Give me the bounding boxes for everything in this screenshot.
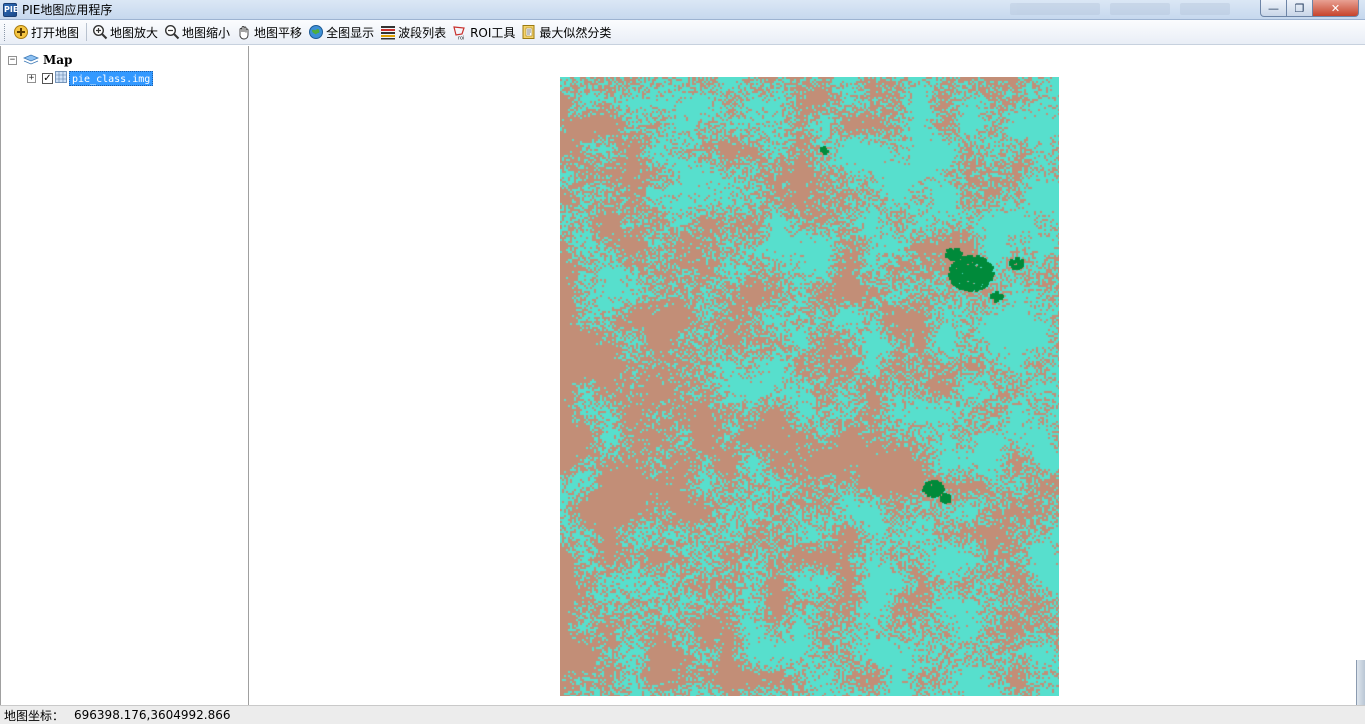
maximize-button[interactable]: ❐ <box>1287 0 1313 17</box>
full-extent-label: 全图显示 <box>326 25 375 40</box>
band-list-button[interactable]: 波段列表 <box>378 22 448 43</box>
zoom-in-label: 地图放大 <box>110 25 159 40</box>
status-bar: 地图坐标： 696398.176,3604992.866 <box>0 705 1365 724</box>
title-bar-background <box>1010 3 1240 17</box>
map-edge-scrollbar[interactable] <box>1356 660 1365 705</box>
layer-name-label[interactable]: pie_class.img <box>69 70 154 86</box>
close-button[interactable]: ✕ <box>1313 0 1359 17</box>
coordinate-label: 地图坐标： <box>4 708 65 723</box>
pan-button[interactable]: 地图平移 <box>234 22 304 43</box>
map-view[interactable] <box>250 46 1365 705</box>
zoom-out-icon <box>164 24 180 40</box>
zoom-in-button[interactable]: 地图放大 <box>90 22 160 43</box>
tree-node-layer[interactable]: + ✓ pie_class.img <box>27 70 154 86</box>
band-list-icon <box>380 24 396 40</box>
svg-text:roi: roi <box>458 36 464 41</box>
window-title: PIE地图应用程序 <box>22 3 113 17</box>
roi-icon: roi <box>452 24 468 42</box>
globe-icon <box>308 24 324 40</box>
pan-hand-icon <box>236 24 252 40</box>
zoom-in-icon <box>92 24 108 40</box>
zoom-out-button[interactable]: 地图缩小 <box>162 22 232 43</box>
toolbar-grip[interactable] <box>4 23 7 41</box>
title-bar: PIE PIE地图应用程序 — ❐ ✕ <box>0 0 1365 20</box>
toolbar-separator <box>86 23 88 41</box>
roi-tool-button[interactable]: roi ROI工具 <box>450 22 517 43</box>
roi-tool-label: ROI工具 <box>470 25 516 40</box>
main-toolbar: 打开地图 地图放大 地图缩小 地图平移 全图显示 波段列表 roi ROI工具 … <box>0 20 1365 45</box>
window-controls: — ❐ ✕ <box>1260 0 1359 17</box>
minimize-button[interactable]: — <box>1260 0 1287 17</box>
coordinate-value: 696398.176,3604992.866 <box>74 708 231 722</box>
classify-icon <box>521 24 537 40</box>
max-likelihood-button[interactable]: 最大似然分类 <box>519 22 613 43</box>
classified-raster-image[interactable] <box>560 77 1059 696</box>
pan-label: 地图平移 <box>254 25 303 40</box>
open-map-icon <box>13 24 29 40</box>
map-layers-icon <box>22 52 40 69</box>
app-icon: PIE <box>3 2 18 17</box>
layer-tree-panel: − Map + ✓ pie_class.img <box>0 46 249 705</box>
tree-node-map[interactable]: − Map <box>8 52 72 68</box>
full-extent-button[interactable]: 全图显示 <box>306 22 376 43</box>
layer-visibility-checkbox[interactable]: ✓ <box>42 72 53 84</box>
expand-icon[interactable]: + <box>27 73 36 83</box>
map-root-label: Map <box>43 53 73 67</box>
zoom-out-label: 地图缩小 <box>182 25 231 40</box>
collapse-icon[interactable]: − <box>8 55 17 65</box>
open-map-label: 打开地图 <box>31 25 80 40</box>
band-list-label: 波段列表 <box>398 25 447 40</box>
raster-layer-icon <box>55 70 67 86</box>
open-map-button[interactable]: 打开地图 <box>11 22 81 43</box>
max-likelihood-label: 最大似然分类 <box>539 25 612 40</box>
